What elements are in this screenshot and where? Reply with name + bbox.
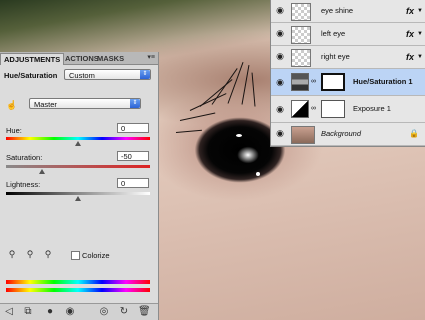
exposure-adjustment-icon bbox=[291, 100, 309, 118]
chevron-down-icon[interactable]: ▼ bbox=[417, 46, 423, 68]
saturation-label: Saturation: bbox=[6, 153, 43, 162]
layer-row-background[interactable]: ◉ Background 🔒 bbox=[271, 123, 425, 146]
saturation-slider-track[interactable] bbox=[6, 165, 150, 168]
layer-name: eye shine bbox=[321, 6, 354, 15]
panel-menu-icon[interactable]: ▾≡ bbox=[147, 53, 155, 61]
view-previous-icon[interactable]: ◎ bbox=[98, 306, 110, 318]
lightness-slider-thumb[interactable] bbox=[75, 196, 81, 201]
layer-row-left-eye[interactable]: ◉ left eye fx ▼ bbox=[271, 23, 425, 46]
chevron-updown-icon: ⇕ bbox=[140, 70, 150, 79]
fx-icon[interactable]: fx bbox=[406, 23, 414, 45]
chevron-updown-icon: ⇕ bbox=[130, 99, 140, 108]
hue-label: Hue: bbox=[6, 126, 22, 135]
hue-input[interactable]: 0 bbox=[117, 123, 149, 133]
link-icon[interactable]: ∞ bbox=[311, 78, 316, 85]
preset-value: Custom bbox=[69, 71, 95, 80]
fx-icon[interactable]: fx bbox=[406, 0, 414, 22]
layer-thumbnail bbox=[291, 26, 311, 44]
chevron-down-icon[interactable]: ▼ bbox=[417, 0, 423, 22]
adjustments-panel: ADJUSTMENTS ACTIONS MASKS ▾≡ Hue/Saturat… bbox=[0, 52, 159, 320]
layer-name: left eye bbox=[321, 29, 346, 38]
eyedropper-minus-icon[interactable]: ⚲ bbox=[42, 249, 54, 259]
tab-adjustments[interactable]: ADJUSTMENTS bbox=[0, 53, 65, 65]
colorize-label: Colorize bbox=[82, 251, 110, 260]
layer-name: Background bbox=[321, 129, 362, 138]
layer-mask-thumbnail[interactable] bbox=[321, 73, 345, 91]
lightness-slider-track[interactable] bbox=[6, 192, 150, 195]
layer-thumbnail bbox=[291, 49, 311, 67]
layer-name: right eye bbox=[321, 52, 350, 61]
layer-thumbnail bbox=[291, 3, 311, 21]
visibility-eye-icon[interactable]: ◉ bbox=[275, 105, 285, 114]
hue-slider-track[interactable] bbox=[6, 137, 150, 140]
channel-select[interactable]: Master ⇕ bbox=[29, 98, 141, 109]
lightness-label: Lightness: bbox=[6, 180, 41, 189]
layer-name: Exposure 1 bbox=[353, 104, 391, 113]
colorize-checkbox[interactable] bbox=[71, 251, 80, 260]
back-icon[interactable]: ◁ bbox=[3, 306, 15, 318]
fx-icon[interactable]: fx bbox=[406, 46, 414, 68]
visibility-eye-icon[interactable]: ◉ bbox=[275, 6, 285, 15]
layer-row-right-eye[interactable]: ◉ right eye fx ▼ bbox=[271, 46, 425, 69]
lightness-input[interactable]: 0 bbox=[117, 178, 149, 188]
layer-name: Hue/Saturation 1 bbox=[353, 77, 413, 86]
visibility-eye-icon[interactable]: ◉ bbox=[275, 129, 285, 138]
input-color-spectrum bbox=[6, 280, 150, 284]
layer-row-exposure[interactable]: ◉ ∞ Exposure 1 bbox=[271, 96, 425, 123]
eye-shine-spot bbox=[236, 134, 242, 137]
channel-value: Master bbox=[34, 100, 57, 109]
panel-title: Hue/Saturation bbox=[4, 71, 58, 80]
visibility-eye-icon[interactable]: ◉ bbox=[275, 52, 285, 61]
eyedropper-plus-icon[interactable]: ⚲ bbox=[24, 249, 36, 259]
reset-icon[interactable]: ↻ bbox=[118, 306, 130, 318]
panel-bottom-toolbar: ◁ ⧉ ● ◉ ◎ ↻ 🗑 bbox=[0, 303, 158, 320]
visibility-eye-icon[interactable]: ◉ bbox=[275, 78, 285, 87]
link-icon[interactable]: ∞ bbox=[311, 105, 316, 112]
output-color-spectrum bbox=[6, 288, 150, 292]
trash-icon[interactable]: 🗑 bbox=[138, 306, 151, 318]
eye-shine-spot bbox=[256, 172, 260, 176]
eyedropper-icon[interactable]: ⚲ bbox=[6, 249, 18, 259]
mask-link-icon[interactable]: ● bbox=[44, 306, 56, 318]
chevron-down-icon[interactable]: ▼ bbox=[417, 23, 423, 45]
lock-icon: 🔒 bbox=[409, 129, 419, 138]
background-thumbnail bbox=[291, 126, 315, 144]
visibility-eye-icon[interactable]: ◉ bbox=[275, 29, 285, 38]
hue-saturation-adjustment-icon bbox=[291, 73, 309, 91]
panel-tab-bar: ADJUSTMENTS ACTIONS MASKS ▾≡ bbox=[0, 52, 158, 65]
tab-masks[interactable]: MASKS bbox=[94, 53, 127, 64]
hue-slider-thumb[interactable] bbox=[75, 141, 81, 146]
saturation-slider-thumb[interactable] bbox=[39, 169, 45, 174]
layer-row-hue-saturation[interactable]: ◉ ∞ Hue/Saturation 1 bbox=[271, 69, 425, 96]
layer-row-eye-shine[interactable]: ◉ eye shine fx ▼ bbox=[271, 0, 425, 23]
layers-panel: ◉ eye shine fx ▼ ◉ left eye fx ▼ ◉ right… bbox=[270, 0, 425, 147]
preset-select[interactable]: Custom ⇕ bbox=[64, 69, 151, 80]
saturation-input[interactable]: -50 bbox=[117, 151, 149, 161]
targeted-adjustment-hand-icon[interactable]: ☝ bbox=[5, 100, 19, 110]
clip-icon[interactable]: ⧉ bbox=[22, 306, 34, 318]
layer-mask-thumbnail[interactable] bbox=[321, 100, 345, 118]
eye-icon[interactable]: ◉ bbox=[64, 306, 76, 318]
